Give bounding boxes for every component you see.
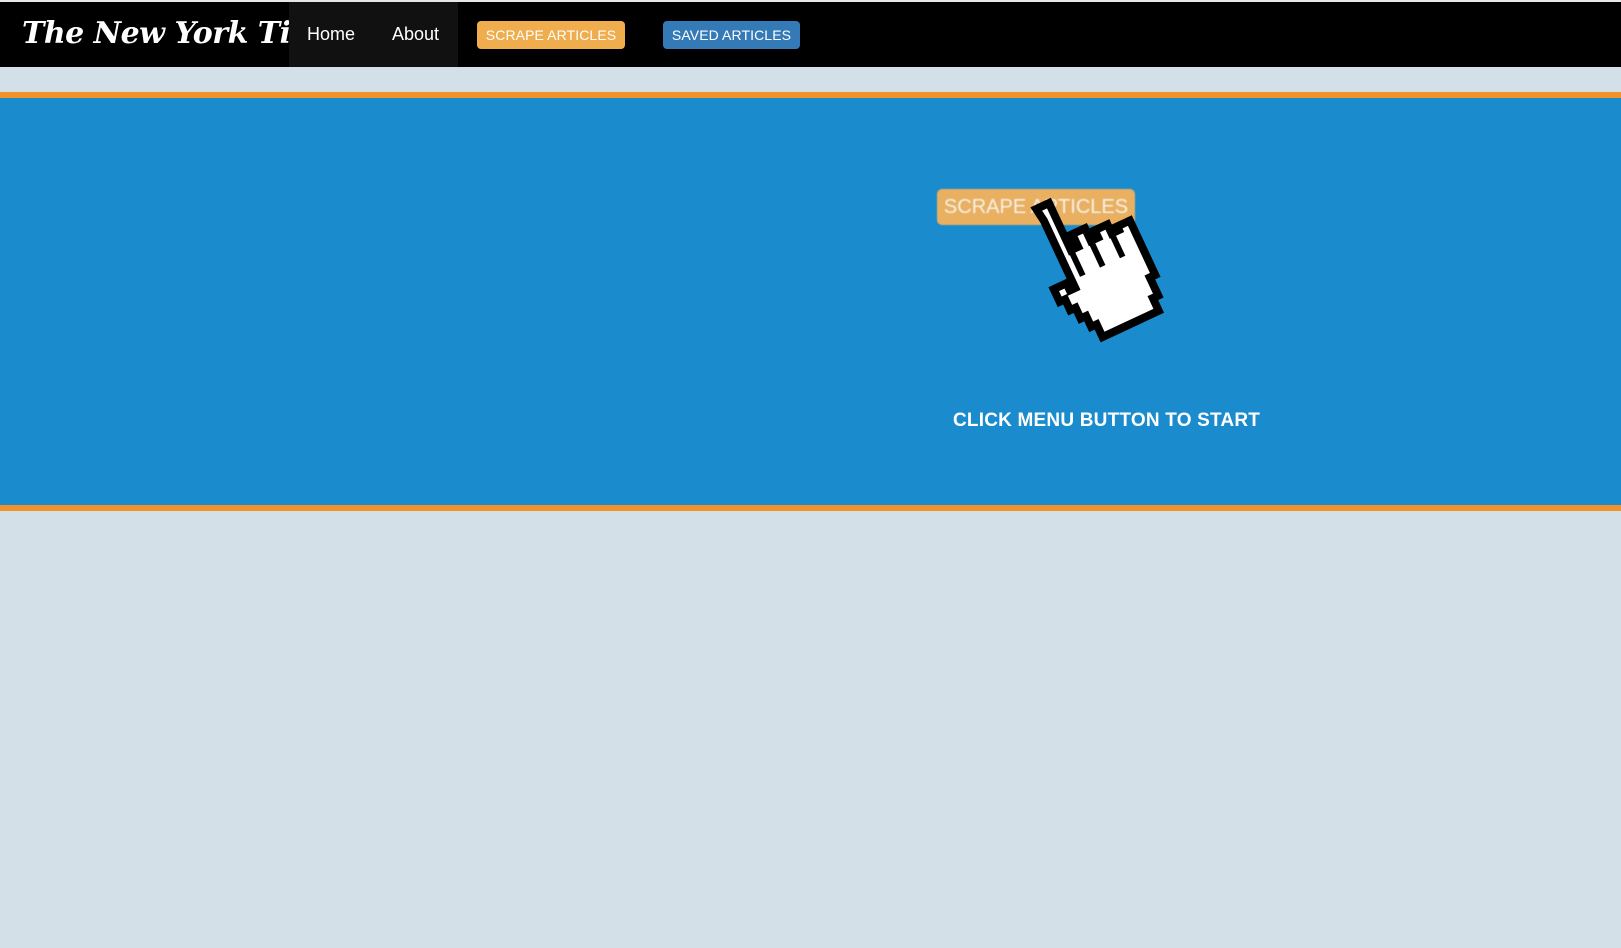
nav-about-link[interactable]: About — [392, 24, 439, 45]
nav-home-link[interactable]: Home — [307, 24, 355, 45]
scrape-articles-button[interactable]: SCRAPE ARTICLES — [477, 21, 625, 49]
navbar: The New York Times Home About SCRAPE ART… — [0, 0, 1621, 67]
saved-articles-button[interactable]: SAVED ARTICLES — [663, 21, 800, 49]
pointer-hand-icon — [1030, 197, 1165, 343]
hero-banner — [0, 92, 1621, 511]
instruction-text: CLICK MENU BUTTON TO START — [953, 410, 1261, 431]
nav-links: Home About — [289, 2, 458, 67]
